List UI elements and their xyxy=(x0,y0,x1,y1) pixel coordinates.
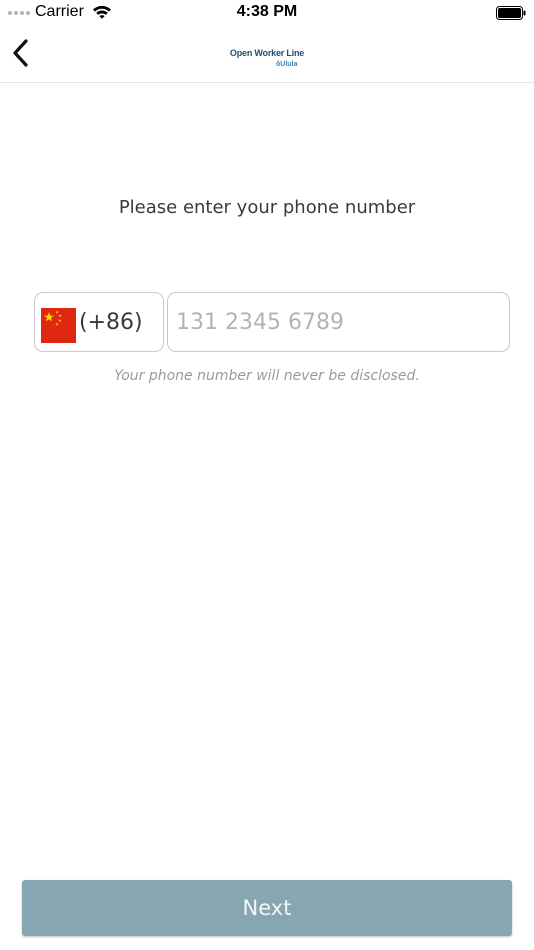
country-code-picker[interactable]: (+86) xyxy=(34,292,164,352)
app-logo: Open Worker Line ǒUlula xyxy=(0,48,534,68)
navigation-bar: Open Worker Line ǒUlula xyxy=(0,26,534,83)
phone-number-input[interactable] xyxy=(167,292,510,352)
privacy-disclaimer: Your phone number will never be disclose… xyxy=(114,368,420,384)
page-prompt: Please enter your phone number xyxy=(118,197,416,218)
next-button[interactable]: Next xyxy=(22,880,512,936)
logo-title: Open Worker Line xyxy=(229,48,305,58)
status-bar: Carrier 4:38 PM xyxy=(0,0,534,26)
battery-icon xyxy=(496,6,526,20)
phone-entry-screen: Carrier 4:38 PM Open Worker Line ǒUlula … xyxy=(0,0,534,950)
logo-subtitle: ǒUlula xyxy=(276,61,298,68)
status-time: 4:38 PM xyxy=(236,3,298,20)
country-dial-code: (+86) xyxy=(79,310,143,335)
china-flag-icon xyxy=(41,308,76,343)
